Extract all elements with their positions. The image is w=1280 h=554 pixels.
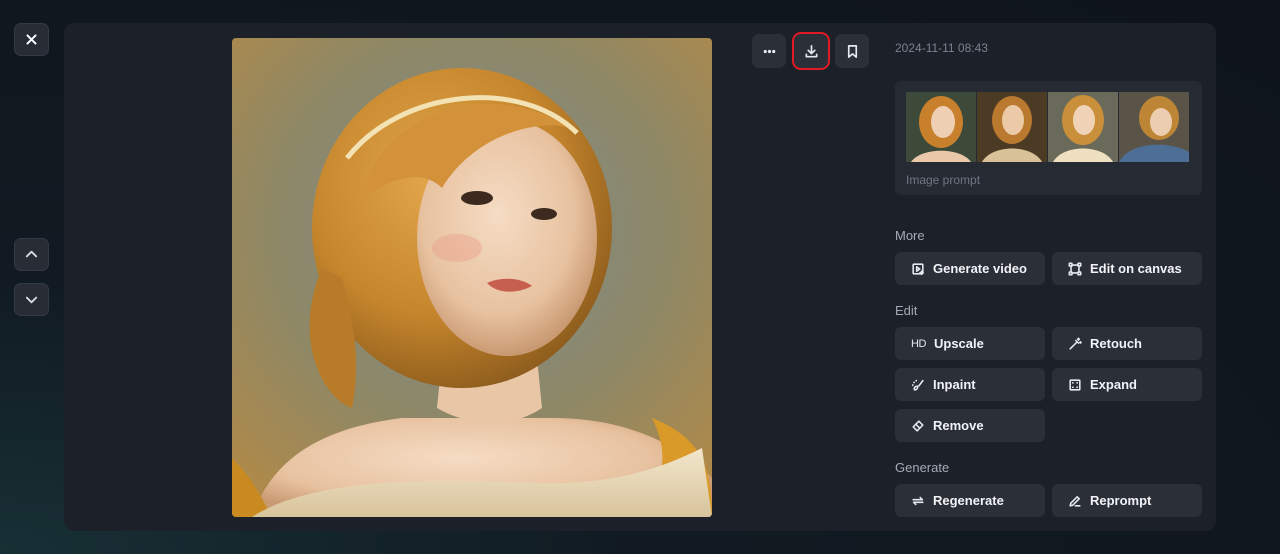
- remove-label: Remove: [933, 418, 984, 433]
- retouch-button[interactable]: Retouch: [1052, 327, 1202, 360]
- close-button[interactable]: [14, 23, 49, 56]
- prompt-thumbnail[interactable]: [1048, 92, 1118, 162]
- hd-icon: HD: [911, 337, 926, 350]
- eraser-icon: [912, 419, 924, 432]
- download-icon: [805, 44, 817, 57]
- image-prompt-label: Image prompt: [906, 173, 981, 187]
- generate-video-button[interactable]: Generate video: [895, 252, 1045, 285]
- image-prompt-thumbnails: [906, 92, 1189, 162]
- regenerate-icon: [912, 496, 924, 505]
- section-generate-title: Generate: [895, 460, 950, 475]
- next-image-button[interactable]: [14, 283, 49, 316]
- remove-button[interactable]: Remove: [895, 409, 1045, 442]
- inpaint-brush-icon: [911, 379, 924, 391]
- close-icon: [26, 34, 37, 45]
- edit-on-canvas-button[interactable]: Edit on canvas: [1052, 252, 1202, 285]
- inpaint-button[interactable]: Inpaint: [895, 368, 1045, 401]
- expand-button[interactable]: Expand: [1052, 368, 1202, 401]
- created-timestamp: 2024-11-11 08:43: [895, 41, 988, 55]
- more-options-button[interactable]: [752, 34, 786, 68]
- generated-image: [232, 38, 712, 517]
- pencil-icon: [1069, 495, 1081, 507]
- section-more-title: More: [895, 228, 925, 243]
- prompt-thumbnail[interactable]: [906, 92, 976, 162]
- previous-image-button[interactable]: [14, 238, 49, 271]
- bookmark-button[interactable]: [835, 34, 869, 68]
- image-prompt-card[interactable]: Image prompt: [895, 81, 1202, 195]
- magic-wand-icon: [1069, 337, 1082, 350]
- retouch-label: Retouch: [1090, 336, 1142, 351]
- bookmark-icon: [847, 44, 857, 58]
- chevron-down-icon: [25, 296, 38, 304]
- canvas-icon: [1068, 262, 1082, 275]
- reprompt-button[interactable]: Reprompt: [1052, 484, 1202, 517]
- regenerate-button[interactable]: Regenerate: [895, 484, 1045, 517]
- more-horizontal-icon: [763, 49, 775, 53]
- inpaint-label: Inpaint: [933, 377, 976, 392]
- reprompt-label: Reprompt: [1090, 493, 1152, 508]
- generate-video-label: Generate video: [933, 261, 1027, 276]
- regenerate-label: Regenerate: [933, 493, 1004, 508]
- expand-label: Expand: [1090, 377, 1137, 392]
- edit-on-canvas-label: Edit on canvas: [1090, 261, 1182, 276]
- chevron-up-icon: [25, 250, 38, 258]
- prompt-thumbnail[interactable]: [977, 92, 1047, 162]
- section-edit-title: Edit: [895, 303, 918, 318]
- upscale-button[interactable]: HD Upscale: [895, 327, 1045, 360]
- upscale-label: Upscale: [934, 336, 984, 351]
- video-plus-icon: [912, 262, 924, 275]
- prompt-thumbnail[interactable]: [1119, 92, 1189, 162]
- expand-icon: [1069, 378, 1081, 391]
- download-button[interactable]: [792, 32, 830, 70]
